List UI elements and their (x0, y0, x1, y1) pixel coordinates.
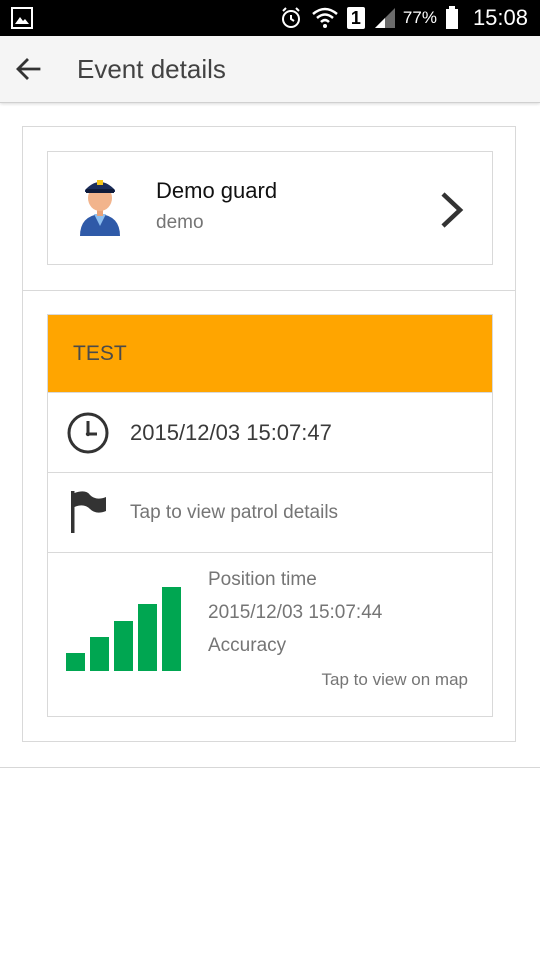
view-on-map-link[interactable]: Tap to view on map (322, 670, 468, 690)
chevron-right-icon (441, 192, 464, 228)
status-bar: 1 77% 15:08 (0, 0, 540, 36)
accuracy-signal-icon (66, 587, 181, 671)
event-card: TEST 2015/12/03 15:07:47 Tap to view pat… (47, 314, 493, 717)
guard-card[interactable]: Demo guard demo (47, 151, 493, 265)
guard-name: Demo guard (156, 178, 278, 203)
clock-icon (67, 412, 109, 454)
flag-icon (71, 491, 106, 533)
event-details-card: Demo guard demo TEST 2015/12/03 15:07:47 (22, 126, 516, 742)
event-type-label: TEST (73, 342, 127, 365)
position-time-label: Position time (208, 569, 317, 590)
app-bar: Event details (0, 36, 540, 103)
page-title: Event details (77, 54, 226, 84)
event-timestamp: 2015/12/03 15:07:47 (130, 420, 332, 445)
position-time-value: 2015/12/03 15:07:44 (208, 602, 383, 623)
guard-avatar-icon (80, 180, 120, 236)
sim-icon: 1 (346, 7, 365, 29)
back-button[interactable] (6, 47, 50, 91)
event-time-row: 2015/12/03 15:07:47 (48, 392, 492, 472)
battery-percent: 77% (402, 8, 437, 27)
cell-signal-icon (374, 8, 395, 28)
event-details-content: Demo guard demo TEST 2015/12/03 15:07:47 (0, 103, 540, 768)
arrow-back-icon (16, 58, 41, 80)
accuracy-label: Accuracy (208, 635, 287, 656)
guard-username: demo (156, 212, 204, 233)
patrol-details-link: Tap to view patrol details (130, 502, 339, 523)
status-clock: 15:08 (472, 5, 528, 30)
patrol-details-row[interactable]: Tap to view patrol details (48, 472, 492, 552)
position-row[interactable]: Position time 2015/12/03 15:07:44 Accura… (48, 552, 492, 716)
image-notification-icon (11, 7, 33, 29)
battery-icon (445, 6, 458, 29)
section-divider (23, 290, 515, 291)
event-header: TEST (48, 315, 492, 392)
alarm-icon (281, 7, 300, 28)
wifi-icon (312, 7, 338, 28)
